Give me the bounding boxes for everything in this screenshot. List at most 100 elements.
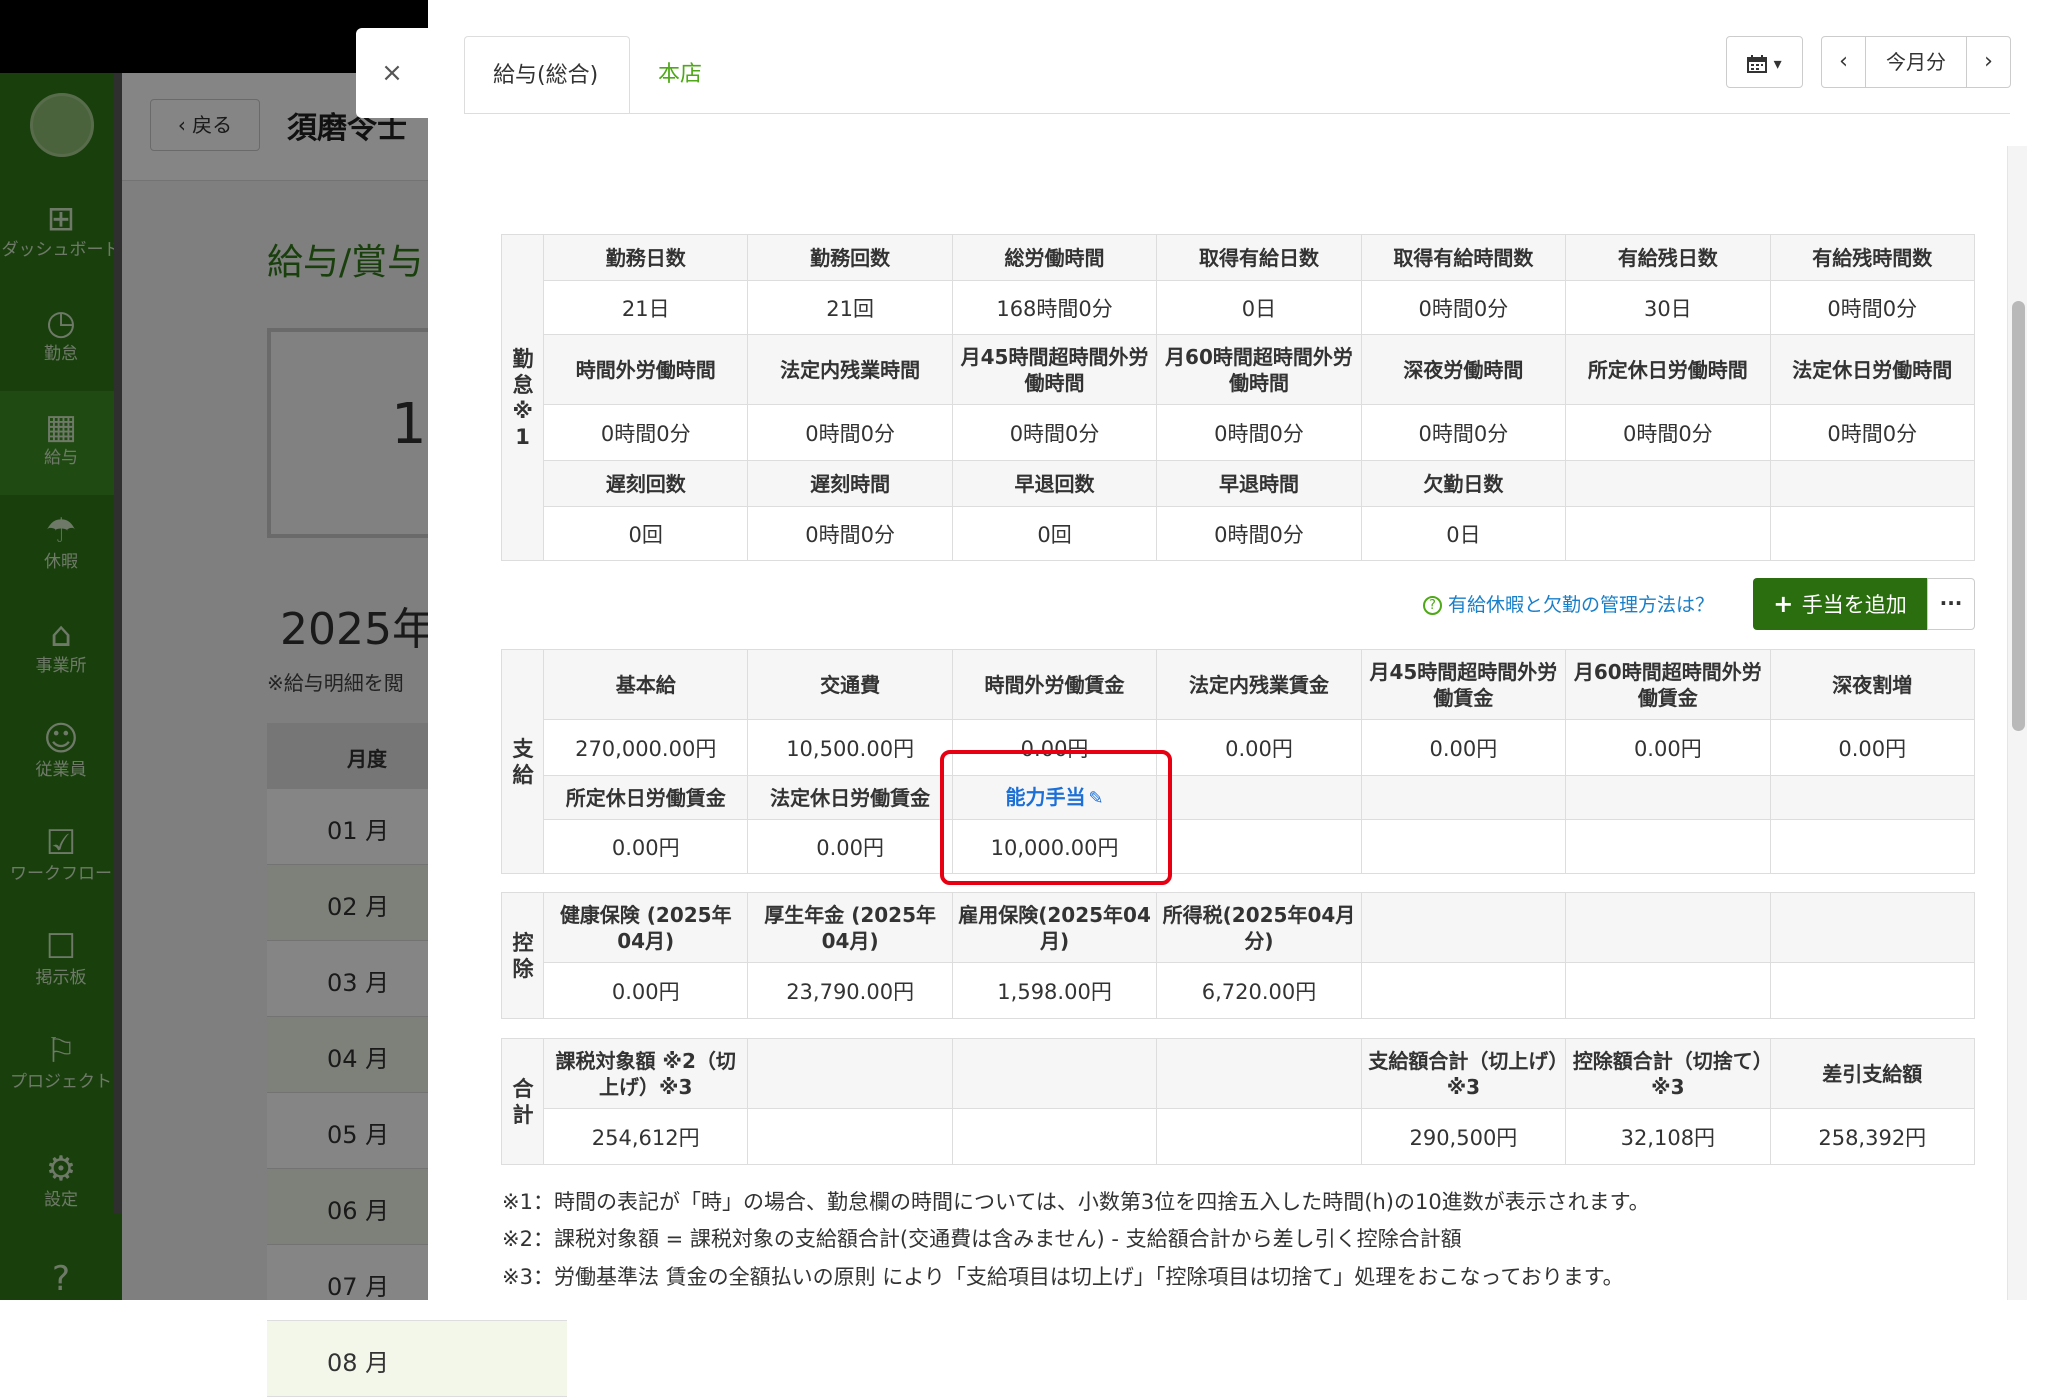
- payment-table: 支給 基本給 交通費 時間外労働賃金 法定内残業賃金 月45時間超時間外労働賃金…: [501, 649, 1976, 874]
- table-header: [1769, 775, 1976, 820]
- table-cell: 30日: [1565, 280, 1771, 335]
- tab-main-branch[interactable]: 本店: [630, 36, 760, 114]
- table-cell: 270,000.00円: [542, 719, 749, 776]
- table-header: 勤務日数: [542, 234, 749, 281]
- table-header: 有給残日数: [1565, 234, 1771, 281]
- attendance-table: 勤怠※1 勤務日数 勤務回数 総労働時間 取得有給日数 取得有給時間数 有給残日…: [501, 234, 1976, 561]
- table-cell: 0時間0分: [1565, 404, 1771, 461]
- table-header: 法定内残業時間: [747, 334, 953, 405]
- table-cell: 0.00円: [1156, 719, 1362, 776]
- table-header: 健康保険 (2025年04月): [542, 892, 749, 963]
- table-header: 月60時間超時間外労働賃金: [1565, 649, 1771, 720]
- table-cell: [747, 1108, 953, 1165]
- table-header: [1769, 460, 1976, 507]
- next-period-button[interactable]: ›: [1966, 37, 2010, 87]
- table-header: 総労働時間: [951, 234, 1158, 281]
- table-cell: 0.00円: [542, 962, 749, 1019]
- table-header: 有給残時間数: [1769, 234, 1976, 281]
- table-header: 深夜労働時間: [1360, 334, 1567, 405]
- calendar-icon: [1747, 54, 1768, 73]
- table-header: 早退回数: [951, 460, 1158, 507]
- table-cell: 0回: [542, 506, 749, 561]
- table-cell: 0.00円: [1769, 719, 1976, 776]
- table-cell: 0日: [1156, 280, 1362, 335]
- close-button[interactable]: ×: [356, 28, 428, 118]
- total-table: 合計 課税対象額 ※2（切上げ）※3 支給額合計（切上げ）※3 控除額合計（切捨…: [501, 1038, 1976, 1165]
- table-cell: 0.00円: [747, 819, 953, 874]
- table-header: 法定休日労働時間: [1769, 334, 1976, 405]
- table-cell: 0時間0分: [542, 404, 749, 461]
- table-header: [747, 1038, 953, 1109]
- tab-divider: [464, 113, 2010, 114]
- table-header: 時間外労働賃金: [951, 649, 1158, 720]
- table-header: [1565, 775, 1771, 820]
- table-header: 月60時間超時間外労働時間: [1156, 334, 1362, 405]
- table-cell: 0回: [951, 506, 1158, 561]
- table-cell: 23,790.00円: [747, 962, 953, 1019]
- table-cell: 0.00円: [1360, 719, 1567, 776]
- table-header: [1156, 775, 1362, 820]
- current-period-button[interactable]: 今月分: [1866, 37, 1966, 87]
- table-cell: 254,612円: [542, 1108, 749, 1165]
- table-header: 控除額合計（切捨て）※3: [1565, 1038, 1771, 1109]
- table-cell: 0時間0分: [1769, 404, 1976, 461]
- attendance-section-label: 勤怠※1: [501, 234, 544, 561]
- table-cell: 168時間0分: [951, 280, 1158, 335]
- question-icon: ?: [1423, 596, 1442, 615]
- table-header: 深夜割増: [1769, 649, 1976, 720]
- scrollbar-thumb[interactable]: [2012, 301, 2025, 731]
- table-cell: 1,598.00円: [951, 962, 1158, 1019]
- table-header: 所得税(2025年04月分): [1156, 892, 1362, 963]
- table-header: 遅刻回数: [542, 460, 749, 507]
- table-header: 勤務回数: [747, 234, 953, 281]
- table-header: 交通費: [747, 649, 953, 720]
- table-header: 厚生年金 (2025年04月): [747, 892, 953, 963]
- add-allowance-button[interactable]: + 手当を追加: [1753, 578, 1927, 630]
- more-options-button[interactable]: ···: [1927, 578, 1975, 630]
- table-header: 所定休日労働賃金: [542, 775, 749, 820]
- table-cell: 0.00円: [1565, 719, 1771, 776]
- footnote: ※1：時間の表記が「時」の場合、勤怠欄の時間については、小数第3位を四捨五入した…: [502, 1190, 1650, 1214]
- table-cell: 6,720.00円: [1156, 962, 1362, 1019]
- table-cell: [1769, 819, 1976, 874]
- table-cell: 32,108円: [1565, 1108, 1771, 1165]
- table-header: 月45時間超時間外労働時間: [951, 334, 1158, 405]
- period-navigator: ‹ 今月分 ›: [1821, 36, 2011, 88]
- table-header: 差引支給額: [1769, 1038, 1976, 1109]
- table-cell: [1156, 819, 1362, 874]
- table-header: 早退時間: [1156, 460, 1362, 507]
- table-header: 支給額合計（切上げ）※3: [1360, 1038, 1567, 1109]
- calendar-button[interactable]: ▾: [1726, 36, 1803, 88]
- table-header: [1565, 460, 1771, 507]
- total-section-label: 合計: [501, 1038, 544, 1165]
- table-header: [1565, 892, 1771, 963]
- modal-scrollbar[interactable]: [2007, 146, 2027, 1300]
- leave-help-link[interactable]: ? 有給休暇と欠勤の管理方法は？: [1423, 590, 1714, 617]
- prev-period-button[interactable]: ‹: [1822, 37, 1866, 87]
- table-cell: [1769, 962, 1976, 1019]
- section-label-text: 合計: [512, 1076, 534, 1127]
- chevron-left-icon: ‹: [1839, 49, 1848, 74]
- help-link-text: 有給休暇と欠勤の管理方法は？: [1448, 594, 1715, 616]
- table-cell: [1360, 819, 1567, 874]
- table-header: 時間外労働時間: [542, 334, 749, 405]
- table-cell: 0時間0分: [1156, 404, 1362, 461]
- month-label: 08 月: [327, 1349, 390, 1377]
- table-header: [1360, 775, 1567, 820]
- table-header: 欠勤日数: [1360, 460, 1567, 507]
- table-cell: 21日: [542, 280, 749, 335]
- table-header: 遅刻時間: [747, 460, 953, 507]
- table-header: 法定内残業賃金: [1156, 649, 1362, 720]
- table-cell: 0時間0分: [1156, 506, 1362, 561]
- table-cell: 0時間0分: [747, 404, 953, 461]
- table-header: [951, 1038, 1158, 1109]
- payslip-modal: 給与(総合) 本店 ▾ ‹ 今月分 › 勤怠※1 勤務日数 勤務回数 総労働時間…: [428, 0, 2048, 1300]
- table-header: 雇用保険(2025年04月): [951, 892, 1158, 963]
- month-row[interactable]: 08 月: [267, 1321, 567, 1397]
- table-header: [1360, 892, 1567, 963]
- deduction-table: 控除 健康保険 (2025年04月) 厚生年金 (2025年04月) 雇用保険(…: [501, 892, 1976, 1019]
- tab-payroll-total[interactable]: 給与(総合): [464, 36, 630, 114]
- table-header: 月45時間超時間外労働賃金: [1360, 649, 1567, 720]
- chevron-right-icon: ›: [1984, 49, 1993, 74]
- ellipsis-icon: ···: [1939, 591, 1963, 615]
